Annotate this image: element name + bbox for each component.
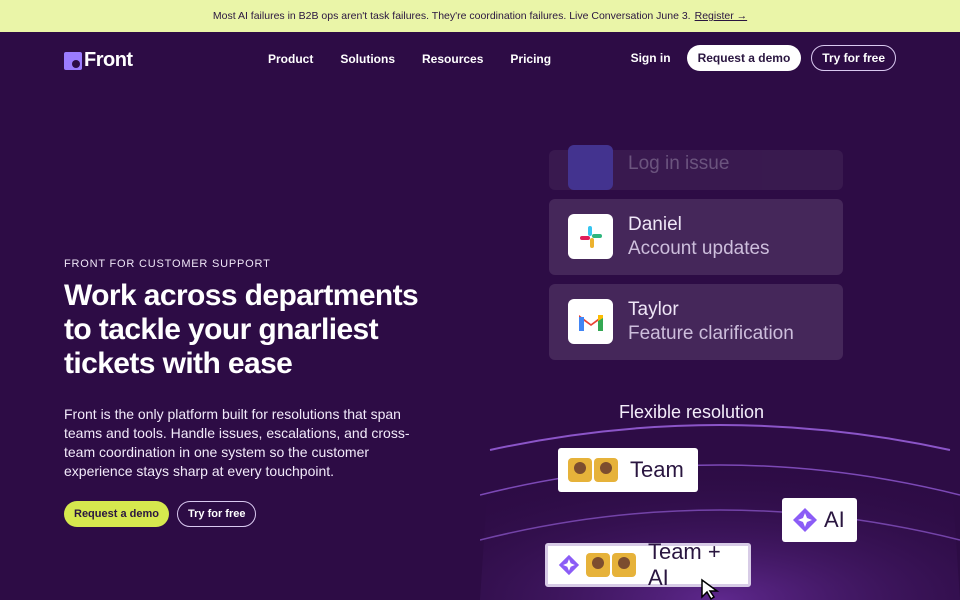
slack-icon [568, 214, 613, 259]
team-pill: Team [558, 448, 698, 492]
team-ai-label: Team + AI [647, 539, 721, 590]
nav-resources[interactable]: Resources [422, 52, 483, 66]
card-subtitle: Log in issue [628, 153, 730, 174]
ticket-card-taylor: Taylor Feature clarification [549, 284, 843, 360]
ai-pill: AI [782, 498, 857, 542]
top-nav: Front Product Solutions Resources Pricin… [0, 32, 960, 86]
card-title: Daniel [628, 214, 682, 235]
card-subtitle: Account updates [628, 238, 770, 259]
front-logo-icon [64, 51, 82, 70]
hero-headline: Work across departments to tackle your g… [64, 279, 419, 380]
hero-body: Front is the only platform built for res… [64, 406, 410, 479]
nav-product[interactable]: Product [268, 52, 313, 66]
ai-sparkle-icon [793, 508, 817, 532]
sign-in-link[interactable]: Sign in [631, 51, 671, 65]
avatar [611, 553, 636, 577]
ai-label: AI [824, 507, 845, 532]
ai-sparkle-icon [558, 554, 580, 576]
hero-try-free-button[interactable]: Try for free [177, 501, 257, 527]
flexible-resolution-title: Flexible resolution [619, 402, 765, 422]
nav-pricing[interactable]: Pricing [510, 52, 551, 66]
avatar [585, 553, 610, 577]
mouse-cursor-icon [701, 578, 720, 600]
nav-actions: Sign in Request a demo Try for free [631, 45, 896, 71]
ticket-card-daniel: Daniel Account updates [549, 199, 843, 275]
avatar [568, 458, 592, 482]
hero-request-demo-button[interactable]: Request a demo [64, 501, 169, 527]
banner-text: Most AI failures in B2B ops aren't task … [212, 10, 691, 22]
app-icon [568, 145, 613, 190]
hero-eyebrow: FRONT FOR CUSTOMER SUPPORT [64, 258, 271, 270]
card-title: Taylor [628, 299, 679, 320]
request-demo-button[interactable]: Request a demo [686, 45, 802, 71]
ticket-card-log-issue: Log in issue [549, 145, 843, 190]
register-link[interactable]: Register → [695, 10, 748, 22]
team-avatars [568, 458, 620, 482]
nav-links: Product Solutions Resources Pricing [268, 52, 551, 66]
avatar [594, 458, 618, 482]
gmail-icon [568, 299, 613, 344]
front-logo[interactable]: Front [64, 49, 133, 72]
announcement-banner: Most AI failures in B2B ops aren't task … [0, 0, 960, 32]
card-subtitle: Feature clarification [628, 323, 794, 344]
nav-solutions[interactable]: Solutions [340, 52, 395, 66]
try-free-button[interactable]: Try for free [811, 45, 896, 71]
team-label: Team [630, 457, 684, 482]
team-avatars [585, 553, 638, 577]
logo-text: Front [84, 49, 133, 71]
